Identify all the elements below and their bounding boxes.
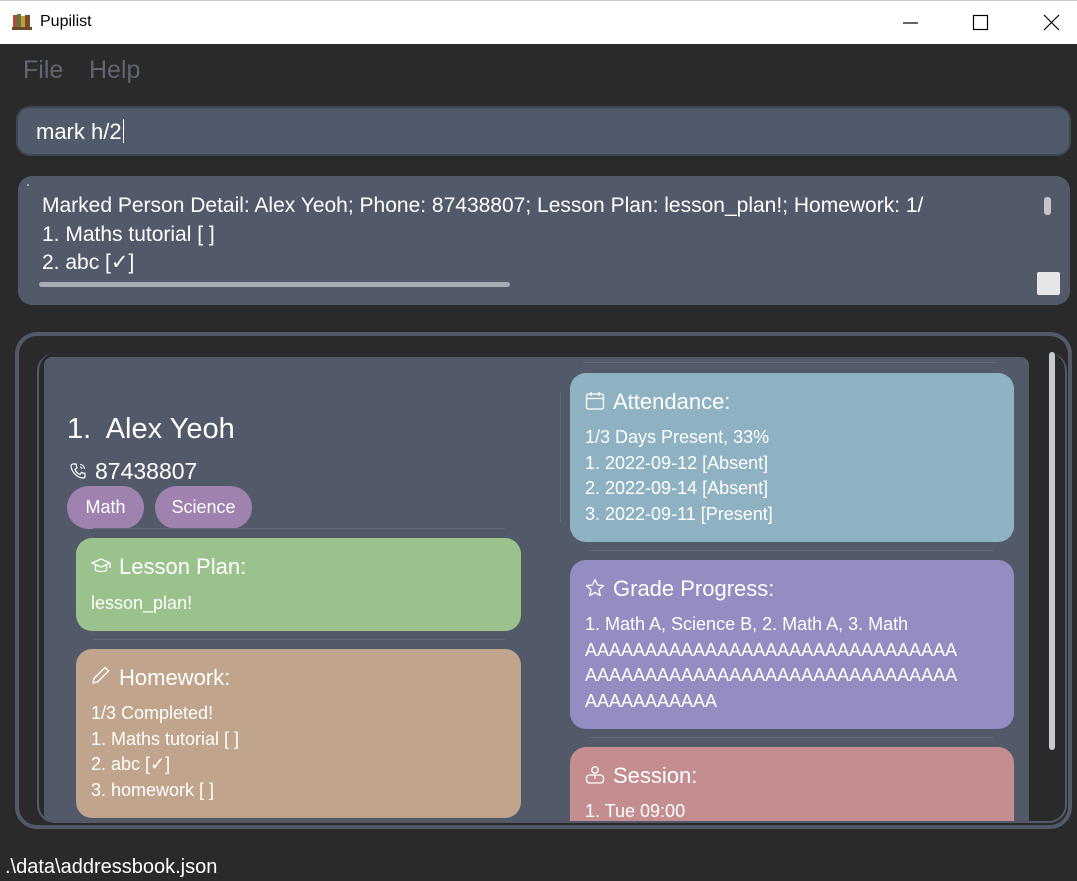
person-card[interactable]: 1. Alex Yeoh 87438807 Math Science Lesso… — [44, 357, 1029, 821]
save-location: .\data\addressbook.json — [5, 856, 218, 878]
divider — [93, 528, 505, 529]
result-scroll-corner — [1037, 272, 1060, 295]
command-value: mark h/2 — [36, 119, 122, 144]
person-list-scrollbar[interactable] — [1049, 352, 1055, 750]
lesson-plan-title: Lesson Plan: — [119, 554, 247, 579]
status-bar: .\data\addressbook.json — [0, 853, 1077, 881]
result-display-dot — [27, 184, 29, 186]
close-icon — [1043, 14, 1060, 31]
session-panel: Session: 1. Tue 09:00 — [570, 747, 1014, 821]
graduation-cap-icon — [90, 556, 112, 580]
grade-progress-panel: Grade Progress: 1. Math A, Science B, 2.… — [570, 560, 1014, 729]
tag-math: Math — [67, 486, 144, 529]
books-icon — [12, 13, 32, 31]
text-caret — [122, 119, 124, 143]
phone-number: 87438807 — [95, 458, 198, 484]
person-list[interactable]: 1. Alex Yeoh 87438807 Math Science Lesso… — [37, 353, 1067, 823]
divider — [583, 362, 998, 363]
minimize-button[interactable] — [888, 8, 934, 38]
close-button[interactable] — [1029, 8, 1075, 38]
grade-progress-title: Grade Progress: — [613, 576, 775, 601]
phone-icon — [69, 462, 87, 484]
homework-panel: Homework: 1/3 Completed! 1. Maths tutori… — [76, 649, 521, 818]
result-horizontal-scrollbar[interactable] — [39, 282, 510, 287]
maximize-icon — [972, 14, 989, 31]
homework-title: Homework: — [119, 665, 231, 690]
attendance-body: 1/3 Days Present, 33% 1. 2022-09-12 [Abs… — [585, 427, 773, 524]
session-title: Session: — [613, 763, 698, 788]
homework-body: 1/3 Completed! 1. Maths tutorial [ ] 2. … — [91, 703, 240, 800]
pencil-icon — [91, 665, 111, 689]
grade-progress-body: 1. Math A, Science B, 2. Math A, 3. Math… — [585, 614, 958, 711]
lesson-plan-body: lesson_plan! — [91, 593, 193, 613]
window-title: Pupilist — [40, 13, 92, 30]
minimize-icon — [903, 22, 918, 24]
session-body: 1. Tue 09:00 — [585, 801, 686, 821]
calendar-icon — [585, 391, 605, 415]
star-icon — [585, 578, 605, 602]
attendance-title: Attendance: — [613, 389, 731, 414]
divider — [589, 737, 994, 738]
person-presenting-icon — [585, 765, 605, 789]
result-vertical-scrollbar[interactable] — [1044, 197, 1051, 215]
maximize-button[interactable] — [958, 8, 1004, 38]
result-display[interactable]: Marked Person Detail: Alex Yeoh; Phone: … — [18, 176, 1070, 305]
tag-science: Science — [155, 486, 252, 529]
result-text: Marked Person Detail: Alex Yeoh; Phone: … — [42, 194, 924, 274]
person-list-panel: 1. Alex Yeoh 87438807 Math Science Lesso… — [15, 332, 1072, 829]
lesson-plan-panel: Lesson Plan: lesson_plan! — [76, 538, 521, 631]
divider — [589, 550, 994, 551]
divider — [93, 639, 505, 640]
person-name: 1. Alex Yeoh — [67, 413, 235, 445]
command-input[interactable]: mark h/2 — [16, 106, 1071, 156]
attendance-panel: Attendance: 1/3 Days Present, 33% 1. 202… — [570, 373, 1014, 542]
command-input-text[interactable]: mark h/2 — [36, 119, 124, 145]
menu-file[interactable]: File — [23, 56, 63, 85]
menu-help[interactable]: Help — [89, 56, 140, 85]
divider — [560, 392, 561, 522]
menu-bar: File Help — [0, 44, 1077, 96]
title-bar: Pupilist — [0, 0, 1077, 44]
